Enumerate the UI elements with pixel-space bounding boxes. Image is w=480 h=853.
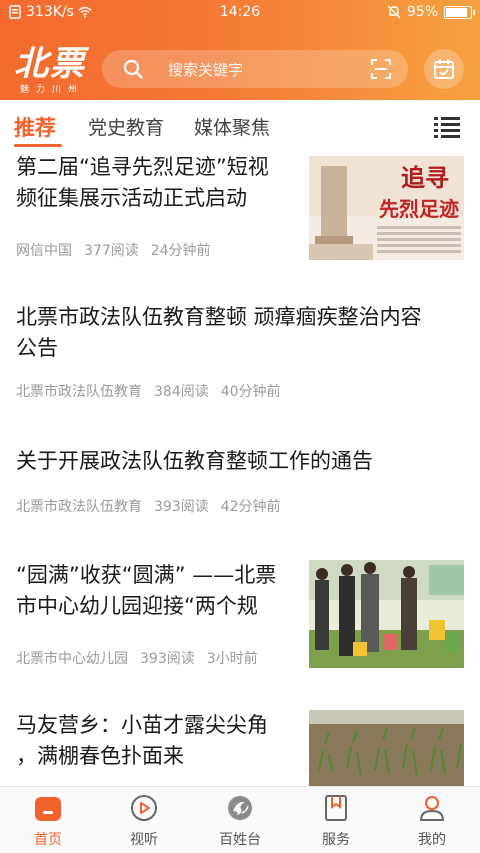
search-placeholder: 搜索关键字	[168, 61, 244, 79]
status-bar: 313K/s 14:26 95%	[0, 0, 480, 26]
news-feed: 第二届“追寻先烈足迹”短视 频征集展示活动正式启动 网信中国 377阅读 24分…	[0, 152, 480, 786]
active-tab-indicator	[14, 144, 62, 147]
news-item[interactable]: 马友营乡：小苗才露尖尖角 ，满棚春色扑面来	[0, 710, 480, 786]
user-icon	[419, 796, 445, 821]
news-meta: 北票市中心幼儿园 393阅读 3小时前	[16, 648, 258, 668]
nav-home[interactable]: 首页	[8, 793, 88, 851]
news-meta: 网信中国 377阅读 24分钟前	[16, 240, 211, 260]
news-source: 北票市政法队伍教育	[16, 499, 142, 515]
news-time: 3小时前	[206, 651, 258, 667]
search-icon	[123, 59, 143, 79]
news-title: 关于开展政法队伍教育整顿工作的通告	[16, 449, 373, 473]
category-tabs: 推荐 党史教育 媒体聚焦	[0, 100, 480, 152]
news-time: 24分钟前	[150, 243, 211, 259]
news-reads: 393阅读	[154, 499, 209, 515]
calendar-check-icon	[434, 59, 454, 79]
news-reads: 393阅读	[140, 651, 195, 667]
tab-recommend[interactable]: 推荐	[14, 112, 56, 142]
news-meta: 北票市政法队伍教育 393阅读 42分钟前	[16, 496, 281, 516]
news-source: 网信中国	[16, 243, 72, 259]
calendar-button[interactable]	[424, 49, 464, 89]
app-header: 313K/s 14:26 95% 北票 魅力川州 搜索关键字	[0, 0, 480, 100]
tab-media-focus[interactable]: 媒体聚焦	[194, 113, 270, 140]
logo-wordmark: 北票	[14, 44, 86, 84]
thumb-caption: 先烈足迹	[379, 197, 459, 221]
bookmark-icon	[325, 795, 347, 821]
news-source: 北票市中心幼儿园	[16, 651, 128, 667]
nav-services[interactable]: 服务	[296, 793, 376, 851]
news-title: 第二届“追寻先烈足迹”短视 频征集展示活动正式启动	[16, 155, 269, 210]
nav-community[interactable]: 百姓台	[200, 793, 280, 851]
nav-profile[interactable]: 我的	[392, 793, 472, 851]
mute-bell-icon	[387, 5, 401, 19]
news-item[interactable]: “园满”收获“圆满” ——北票 市中心幼儿园迎接“两个规 北票市中心幼儿园 39…	[0, 560, 480, 672]
logo-tagline: 魅力川州	[20, 85, 85, 95]
news-item[interactable]: 关于开展政法队伍教育整顿工作的通告 北票市政法队伍教育 393阅读 42分钟前	[0, 446, 480, 516]
news-source: 北票市政法队伍教育	[16, 384, 142, 400]
tab-party-history[interactable]: 党史教育	[88, 113, 164, 140]
bottom-navigation: 首页 视听 百姓台 服务 我的	[0, 786, 480, 853]
news-title: “园满”收获“圆满” ——北票 市中心幼儿园迎接“两个规	[16, 563, 277, 618]
news-thumbnail: 追寻 先烈足迹	[309, 156, 464, 260]
play-circle-icon	[131, 795, 157, 821]
battery-percent: 95%	[406, 4, 438, 20]
home-icon	[35, 797, 61, 821]
news-reads: 377阅读	[84, 243, 139, 259]
news-time: 40分钟前	[220, 384, 281, 400]
scan-icon[interactable]	[370, 58, 392, 80]
news-item[interactable]: 北票市政法队伍教育整顿 顽瘴痼疾整治内容 公告 北票市政法队伍教育 384阅读 …	[0, 302, 480, 412]
news-title: 北票市政法队伍教育整顿 顽瘴痼疾整治内容 公告	[16, 305, 422, 360]
news-thumbnail	[309, 560, 464, 668]
news-item[interactable]: 第二届“追寻先烈足迹”短视 频征集展示活动正式启动 网信中国 377阅读 24分…	[0, 152, 480, 282]
search-bar[interactable]: 搜索关键字	[102, 50, 408, 88]
nav-video[interactable]: 视听	[104, 793, 184, 851]
news-title: 马友营乡：小苗才露尖尖角 ，满棚春色扑面来	[16, 713, 268, 768]
phoenix-logo-icon	[228, 796, 252, 820]
news-time: 42分钟前	[220, 499, 281, 515]
battery-icon	[444, 5, 475, 19]
thumb-caption: 追寻	[401, 163, 449, 192]
news-meta: 北票市政法队伍教育 384阅读 40分钟前	[16, 381, 281, 401]
news-reads: 384阅读	[154, 384, 209, 400]
channel-menu-icon[interactable]	[434, 116, 460, 138]
app-logo[interactable]: 北票 魅力川州	[14, 44, 86, 96]
news-thumbnail	[309, 710, 464, 786]
